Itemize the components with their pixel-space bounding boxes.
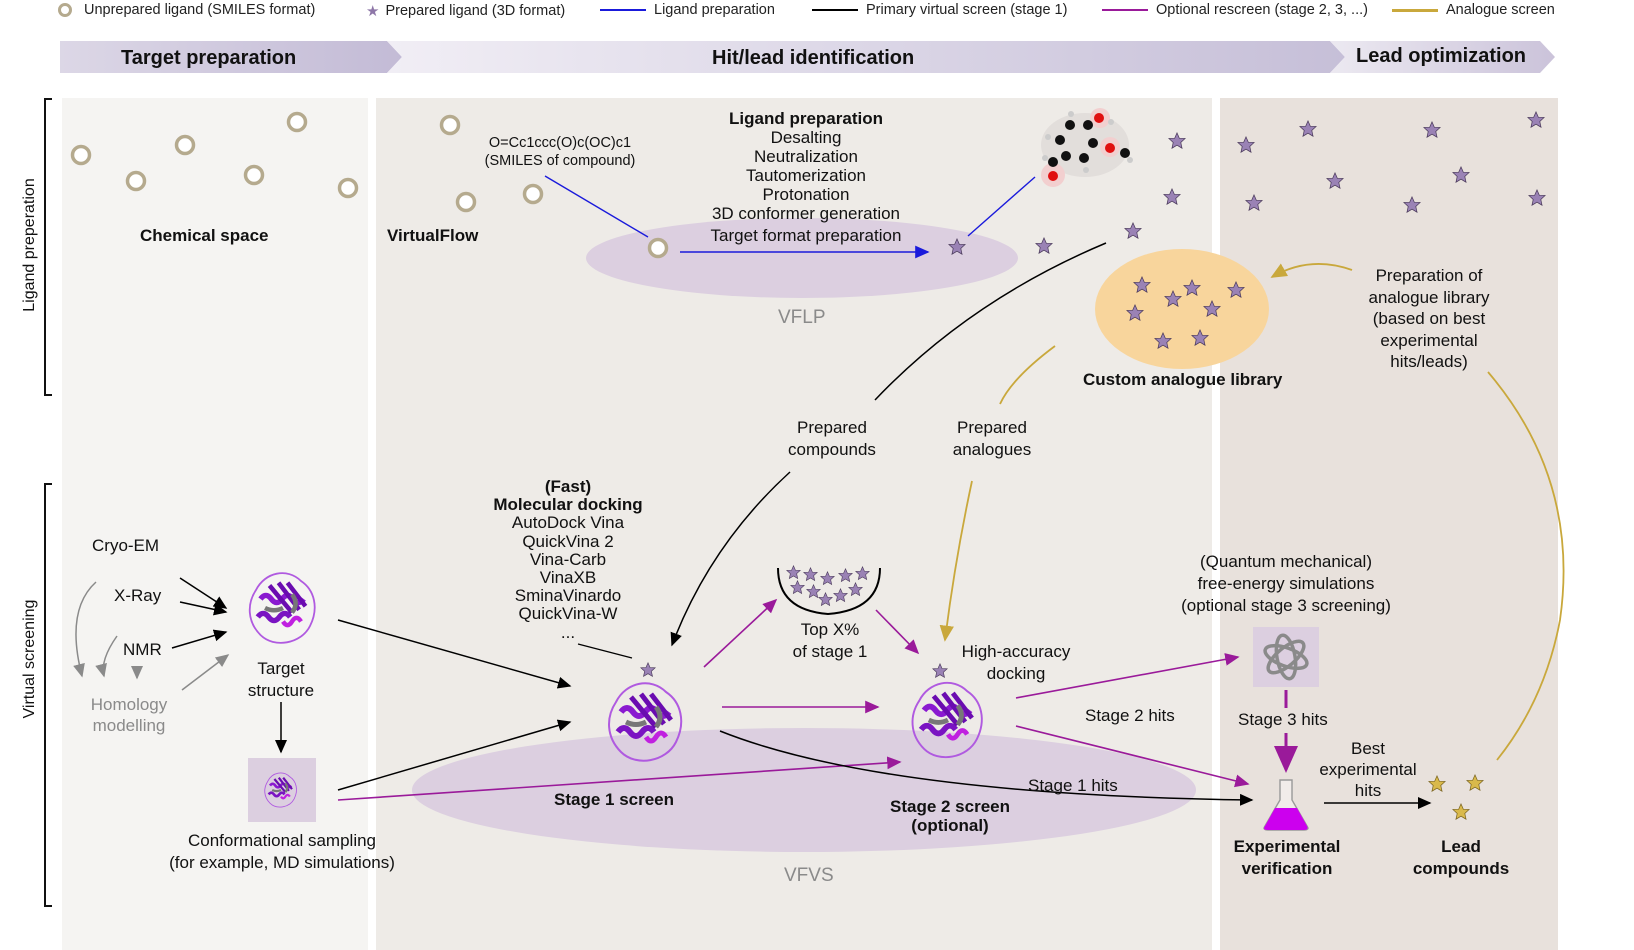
stage2-hits-label: Stage 2 hits — [1085, 706, 1175, 725]
legend-optional-rescreen: Optional rescreen (stage 2, 3, ...) — [1102, 2, 1368, 18]
stage2-screen-label: Stage 2 screen (optional) — [889, 797, 1010, 835]
legend: Unprepared ligand (SMILES format) ★ Prep… — [0, 0, 1634, 24]
legend-primary-screen: Primary virtual screen (stage 1) — [812, 2, 1067, 18]
phase-banner-labels: Target preparation Hit/lead identificati… — [0, 40, 1634, 76]
stage1-hits-label: Stage 1 hits — [1028, 776, 1118, 795]
gold-line-swatch — [1392, 8, 1438, 12]
experimental-verification-label: Experimental verification — [1233, 837, 1341, 878]
qm-label: (Quantum mechanical) free-energy simulat… — [1181, 552, 1391, 615]
banner-target-preparation: Target preparation — [121, 47, 297, 69]
analogue-prep-text: Preparation of analogue library (based o… — [1368, 266, 1490, 371]
virtualflow-label: VirtualFlow — [387, 226, 479, 245]
panel-lead-optimization — [1220, 98, 1558, 950]
chemical-space-label: Chemical space — [140, 226, 269, 245]
side-label-ligand-preparation: Ligand preperation — [21, 178, 38, 312]
target-structure-label: Target structure — [247, 659, 315, 700]
vflp-label: VFLP — [778, 307, 826, 328]
best-hits-label: Best experimental hits — [1319, 739, 1417, 800]
prepared-compounds-label: Prepared compounds — [788, 418, 876, 459]
vfvs-label: VFVS — [784, 865, 834, 886]
ligand-prep-steps: Ligand preparation Desalting Neutralizat… — [710, 109, 902, 245]
conformational-sampling-label: Conformational sampling (for example, MD… — [169, 831, 395, 872]
blue-line-swatch — [600, 9, 646, 11]
side-label-virtual-screening: Virtual screening — [21, 599, 38, 719]
prepared-analogues-label: Prepared analogues — [952, 418, 1032, 459]
black-line-swatch — [812, 9, 858, 11]
top-x-label: Top X% of stage 1 — [792, 620, 868, 661]
banner-lead-optimization: Lead optimization — [1356, 45, 1526, 67]
source-x-ray: X-Ray — [114, 586, 162, 605]
smiles-text: O=Cc1ccc(O)c(OC)c1 (SMILES of compound) — [484, 135, 636, 169]
bracket-ligand-preparation — [44, 98, 52, 396]
star-icon: ★ — [366, 3, 380, 20]
legend-ligand-preparation: Ligand preparation — [600, 2, 775, 18]
bracket-virtual-screening — [44, 483, 52, 907]
banner-hit-lead-identification: Hit/lead identification — [712, 47, 915, 69]
custom-library-label: Custom analogue library — [1083, 370, 1283, 389]
high-accuracy-docking-label: High-accuracy docking — [961, 642, 1071, 683]
legend-unprepared-ligand: Unprepared ligand (SMILES format) — [58, 2, 315, 18]
purple-line-swatch — [1102, 9, 1148, 11]
source-nmr: NMR — [123, 640, 162, 659]
legend-prepared-ligand: ★ Prepared ligand (3D format) — [366, 3, 566, 20]
source-cryo-em: Cryo-EM — [92, 536, 160, 555]
stage1-screen-label: Stage 1 screen — [554, 790, 675, 809]
stage3-hits-label: Stage 3 hits — [1238, 710, 1328, 729]
legend-analogue-screen: Analogue screen — [1392, 2, 1555, 18]
homology-modelling-label: Homology modelling — [90, 695, 168, 735]
docking-programs: (Fast) Molecular docking AutoDock Vina Q… — [493, 477, 643, 642]
unprepared-ligand-icon — [58, 3, 72, 17]
lead-compounds-label: Lead compounds — [1412, 837, 1510, 878]
